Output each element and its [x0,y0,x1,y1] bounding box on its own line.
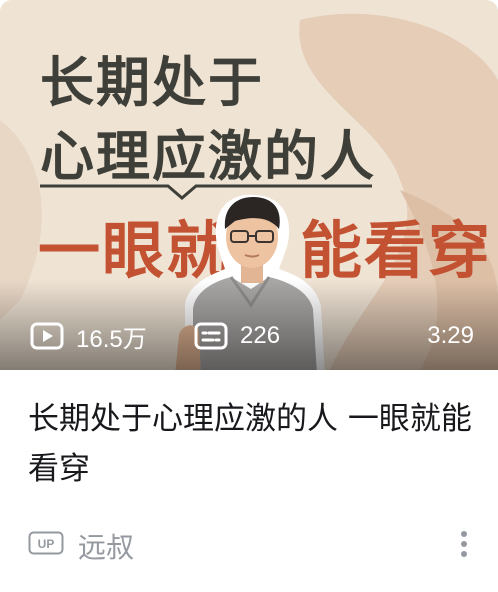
video-thumbnail[interactable]: 长期处于 心理应激的人 一眼就 能看穿 16.5万 226 3:29 [0,0,498,370]
thumbnail-headline-line1: 长期处于 [40,51,264,114]
author-row: UP 远叔 [28,524,478,564]
danmaku-count-value: 226 [240,322,281,349]
more-dot-icon [461,531,467,537]
more-dot-icon [461,551,467,557]
author-name[interactable]: 远叔 [78,526,134,566]
video-card[interactable]: 长期处于 心理应激的人 一眼就 能看穿 16.5万 226 3:29 长期处于心… [0,0,498,592]
thumbnail-headline-line2: 心理应激的人 [40,125,376,188]
thumbnail-stats-bar: 16.5万 226 3:29 [0,316,498,356]
view-count-value: 16.5万 [76,325,147,353]
video-title[interactable]: 长期处于心理应激的人 一眼就能看穿 [28,394,478,494]
danmaku-count: 226 [194,316,280,356]
up-badge-label: UP [38,537,55,551]
more-dot-icon [461,541,467,547]
play-count-icon [30,322,64,350]
up-badge-icon: UP [28,531,64,555]
view-count: 16.5万 [30,316,147,356]
more-options-button[interactable] [450,524,478,564]
video-duration: 3:29 [427,322,474,349]
danmaku-icon [194,322,228,350]
